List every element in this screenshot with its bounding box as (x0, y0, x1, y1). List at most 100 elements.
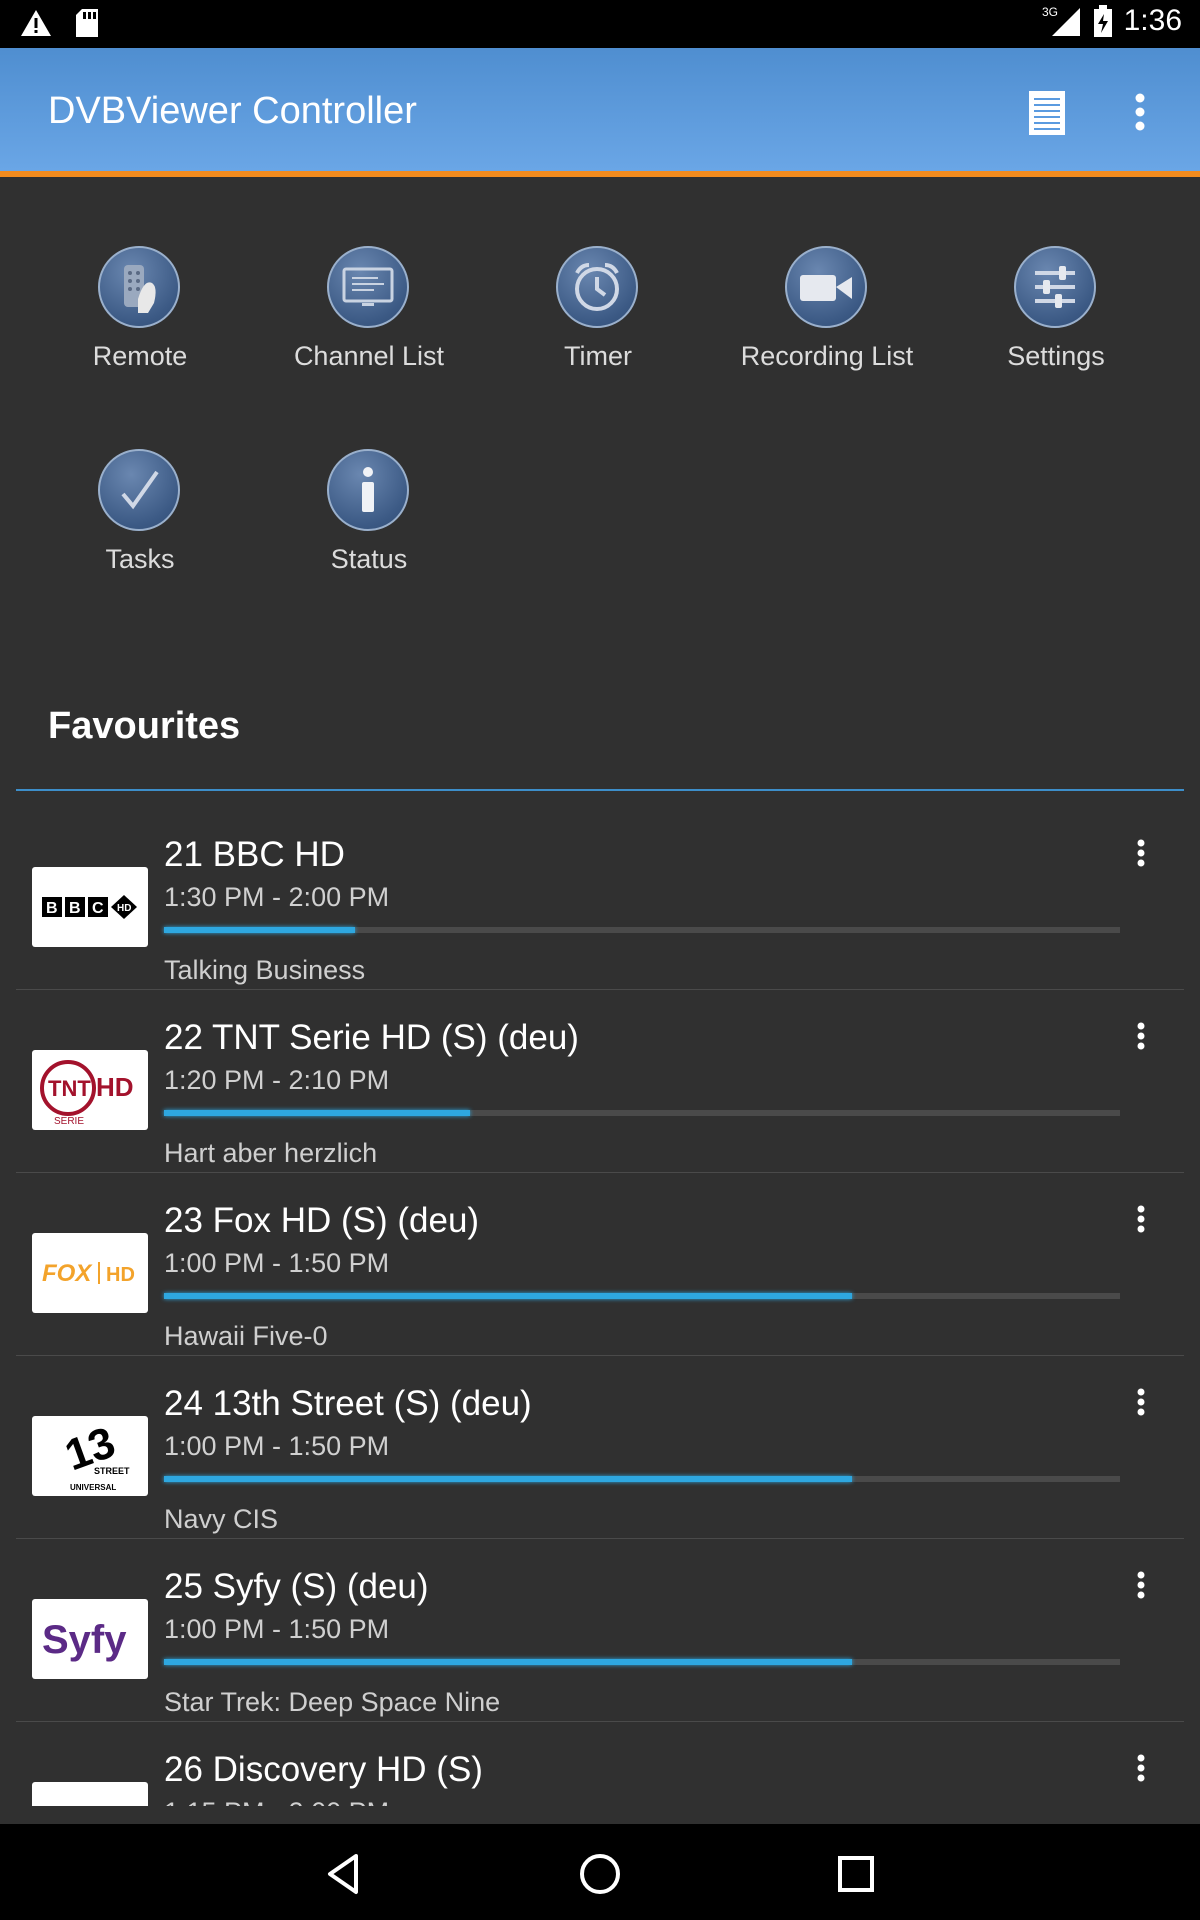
channel-name: 25 Syfy (S) (deu) (164, 1567, 429, 1606)
channel-name: 26 Discovery HD (S) (164, 1750, 483, 1789)
channel-list-label: Channel List (293, 341, 445, 371)
back-icon (328, 1854, 358, 1894)
favourite-row[interactable]: B B C HD 21 BBC HD 1:30 PM - 2:00 PM Tal… (16, 807, 1184, 990)
remote-icon (98, 246, 180, 328)
channel-name: 21 BBC HD (164, 835, 345, 874)
progress-bar (164, 927, 1120, 933)
program-time: 1:00 PM - 1:50 PM (164, 1431, 390, 1461)
svg-text:Syfy: Syfy (42, 1618, 127, 1662)
svg-text:HD: HD (106, 1264, 135, 1286)
row-overflow-button[interactable] (1128, 1750, 1154, 1790)
checkmark-icon (98, 449, 180, 531)
program-time: 1:15 PM - 2:00 PM (164, 1797, 389, 1806)
fox-hd-logo: FOX HD (32, 1233, 148, 1313)
overflow-menu-icon (1137, 1571, 1145, 1599)
remote-tile[interactable]: Remote (35, 246, 245, 406)
back-button[interactable] (316, 1846, 372, 1902)
overflow-menu-icon (1137, 839, 1145, 867)
program-title: Navy CIS (164, 1504, 279, 1534)
progress-fill (164, 927, 356, 933)
overflow-menu-icon (1135, 93, 1145, 131)
info-icon (327, 449, 409, 531)
favourite-row[interactable]: Syfy 25 Syfy (S) (deu) 1:00 PM - 1:50 PM… (16, 1539, 1184, 1722)
program-time: 1:00 PM - 1:50 PM (164, 1248, 390, 1278)
progress-fill (164, 1476, 853, 1482)
favourite-row[interactable]: 13 STREET UNIVERSAL 24 13th Street (S) (… (16, 1356, 1184, 1539)
sd-card-icon (76, 9, 98, 37)
channel-name: 24 13th Street (S) (deu) (164, 1384, 532, 1423)
svg-text:UNIVERSAL: UNIVERSAL (70, 1483, 116, 1492)
home-icon (580, 1854, 620, 1894)
warning-icon (21, 10, 51, 36)
recording-list-tile[interactable]: Recording List (722, 246, 932, 406)
status-bar: 3G 1:36 (0, 0, 1200, 48)
recording-list-label: Recording List (740, 341, 914, 371)
svg-text:C: C (92, 900, 104, 917)
program-time: 1:20 PM - 2:10 PM (164, 1065, 390, 1095)
row-overflow-button[interactable] (1128, 1567, 1154, 1607)
channel-list-tile[interactable]: Channel List (264, 246, 474, 406)
favourites-title: Favourites (48, 705, 241, 747)
tasks-label: Tasks (105, 544, 175, 574)
sliders-icon (1014, 246, 1096, 328)
tasks-tile[interactable]: Tasks (35, 449, 245, 609)
program-title: Talking Business (164, 955, 366, 985)
svg-text:FOX: FOX (42, 1260, 93, 1287)
svg-text:TNT: TNT (48, 1076, 91, 1101)
signal-icon: 3G (1042, 5, 1080, 36)
home-button[interactable] (572, 1846, 628, 1902)
row-overflow-button[interactable] (1128, 1201, 1154, 1241)
favourites-divider (16, 789, 1184, 791)
favourite-row[interactable]: Discovery 26 Discovery HD (S) 1:15 PM - … (16, 1722, 1184, 1806)
overflow-menu-icon (1137, 1022, 1145, 1050)
channel-name: 22 TNT Serie HD (S) (deu) (164, 1018, 579, 1057)
row-overflow-button[interactable] (1128, 1018, 1154, 1058)
settings-label: Settings (1007, 341, 1105, 371)
favourite-row[interactable]: FOX HD 23 Fox HD (S) (deu) 1:00 PM - 1:5… (16, 1173, 1184, 1356)
alarm-clock-icon (556, 246, 638, 328)
timer-label: Timer (564, 341, 632, 371)
program-title: Hart aber herzlich (164, 1138, 378, 1168)
list-view-button[interactable] (1025, 88, 1071, 138)
progress-fill (164, 1293, 853, 1299)
progress-bar (164, 1476, 1120, 1482)
navigation-bar (0, 1824, 1200, 1920)
settings-tile[interactable]: Settings (951, 246, 1161, 406)
network-type: 3G (1042, 5, 1058, 19)
status-label: Status (330, 544, 408, 574)
row-overflow-button[interactable] (1128, 1384, 1154, 1424)
program-title: Hawaii Five-0 (164, 1321, 328, 1351)
program-title: Star Trek: Deep Space Nine (164, 1687, 501, 1717)
status-tile[interactable]: Status (264, 449, 474, 609)
discovery-logo: Discovery (32, 1782, 148, 1806)
program-time: 1:30 PM - 2:00 PM (164, 882, 390, 912)
video-camera-icon (785, 246, 867, 328)
app-bar: DVBViewer Controller (0, 48, 1200, 177)
recents-button[interactable] (828, 1846, 884, 1902)
channel-name: 23 Fox HD (S) (deu) (164, 1201, 480, 1240)
row-overflow-button[interactable] (1128, 835, 1154, 875)
syfy-logo: Syfy (32, 1599, 148, 1679)
svg-text:STREET: STREET (94, 1466, 130, 1476)
progress-fill (164, 1110, 470, 1116)
bbc-hd-logo: B B C HD (32, 867, 148, 947)
timer-tile[interactable]: Timer (493, 246, 703, 406)
svg-text:HD: HD (117, 903, 131, 914)
progress-bar (164, 1659, 1120, 1665)
progress-bar (164, 1293, 1120, 1299)
overflow-menu-icon (1137, 1205, 1145, 1233)
favourite-row[interactable]: TNT HD SERIE 22 TNT Serie HD (S) (deu) 1… (16, 990, 1184, 1173)
svg-text:HD: HD (96, 1072, 134, 1102)
remote-label: Remote (92, 341, 188, 371)
13th-street-logo: 13 STREET UNIVERSAL (32, 1416, 148, 1496)
tnt-serie-hd-logo: TNT HD SERIE (32, 1050, 148, 1130)
list-view-icon (1029, 91, 1065, 135)
progress-bar (164, 1110, 1120, 1116)
recents-icon (838, 1856, 874, 1892)
overflow-menu-button[interactable] (1120, 88, 1160, 138)
clock: 1:36 (1123, 4, 1182, 37)
app-title: DVBViewer Controller (48, 90, 417, 132)
channel-list-icon (327, 246, 409, 328)
progress-fill (164, 1659, 853, 1665)
svg-text:SERIE: SERIE (54, 1116, 84, 1127)
